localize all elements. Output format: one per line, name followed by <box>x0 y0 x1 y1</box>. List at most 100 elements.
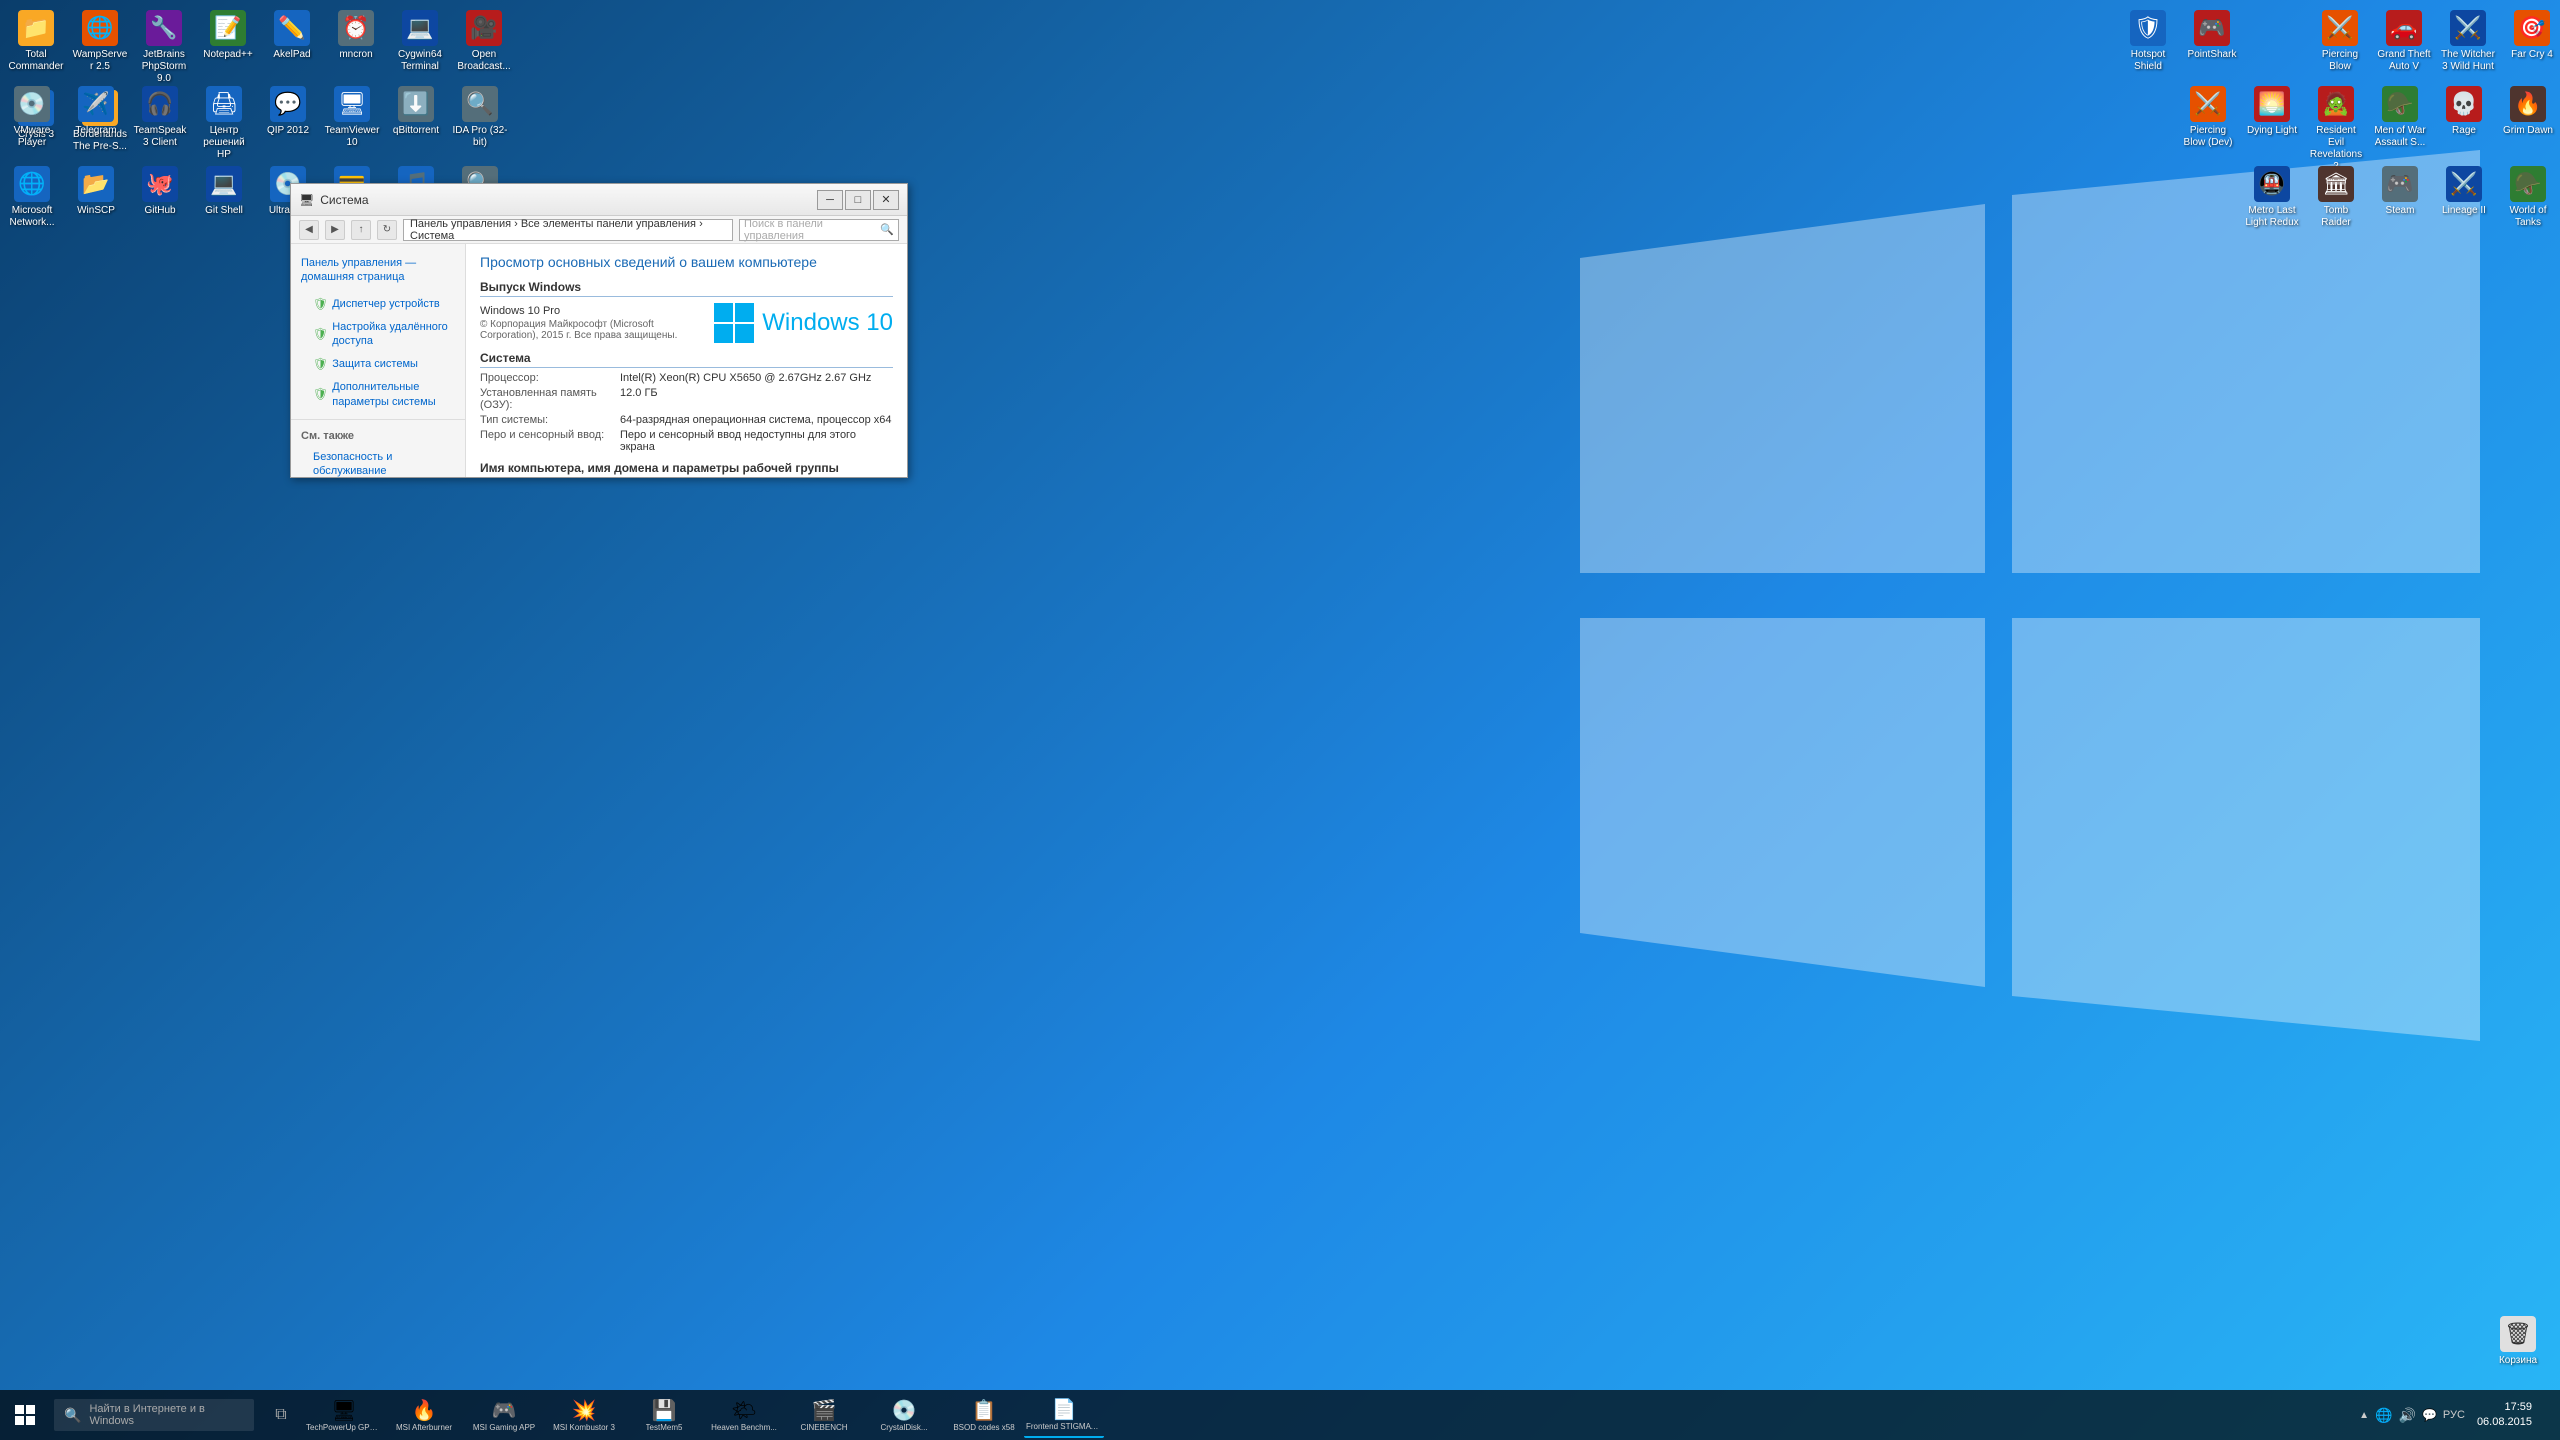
icon-wampserver[interactable]: 🌐 WampServer 2.5 <box>68 4 132 84</box>
icon-qip[interactable]: 💬 QIP 2012 <box>256 80 320 165</box>
icon-gta[interactable]: 🚗 Grand Theft Auto V <box>2372 4 2436 84</box>
window-sidebar: Панель управления — домашняя страница 🛡 … <box>291 244 466 477</box>
icon-idapro32[interactable]: 🔍 IDA Pro (32-bit) <box>448 80 512 165</box>
piercing-blow-dev-label: Piercing Blow (Dev) <box>2180 125 2236 149</box>
taskbar-app-crystaldisk[interactable]: 💿 CrystalDisk... <box>864 1392 944 1438</box>
taskbar-app-frontend[interactable]: 📄 Frontend STIGMATED <box>1024 1392 1104 1438</box>
icon-mncron[interactable]: ⏰ mncron <box>324 4 388 84</box>
search-icon: 🔍 <box>880 223 894 236</box>
icon-piercing-blow[interactable]: ⚔️ Piercing Blow <box>2308 4 2372 84</box>
icon-hp-center[interactable]: 🖨 Центр решений HP <box>192 80 256 165</box>
tray-language-ru[interactable]: РУС <box>2443 1409 2465 1421</box>
close-button[interactable]: ✕ <box>873 190 899 210</box>
icon-qbittorrent[interactable]: ⬇️ qBittorrent <box>384 80 448 165</box>
icon-hotspot[interactable]: 🛡 Hotspot Shield <box>2116 4 2180 84</box>
content-main-title: Просмотр основных сведений о вашем компь… <box>480 254 893 270</box>
taskbar-app-bsod[interactable]: 📋 BSOD codes x58 <box>944 1392 1024 1438</box>
techpowerup-taskbar-label: TechPowerUp GPU-Z <box>306 1423 382 1432</box>
sidebar-remote-access[interactable]: 🛡 Настройка удалённого доступа <box>291 316 465 353</box>
minimize-button[interactable]: ─ <box>817 190 843 210</box>
icon-jetbrains[interactable]: 🔧 JetBrains PhpStorm 9.0 <box>132 4 196 84</box>
icon-akelpad[interactable]: ✏️ AkelPad <box>260 4 324 84</box>
taskbar-app-cinebench[interactable]: 🎬 CINEBENCH <box>784 1392 864 1438</box>
icon-farcry4[interactable]: 🎯 Far Cry 4 <box>2500 4 2560 84</box>
clock[interactable]: 17:59 06.08.2015 <box>2469 1400 2540 1431</box>
cygwin-label: Cygwin64 Terminal <box>392 49 448 73</box>
sidebar-system-protection[interactable]: 🛡 Защита системы <box>291 353 465 377</box>
icon-vmware[interactable]: 💿 VMware Player <box>0 80 64 165</box>
refresh-button[interactable]: ↻ <box>377 220 397 240</box>
dying-light-label: Dying Light <box>2247 125 2297 137</box>
qip-icon: 💬 <box>270 86 306 122</box>
icon-witcher[interactable]: ⚔️ The Witcher 3 Wild Hunt <box>2436 4 2500 84</box>
piercing-blow-dev-icon: ⚔️ <box>2190 86 2226 122</box>
world-of-tanks-label: World of Tanks <box>2500 205 2556 229</box>
crystaldisk-taskbar-icon: 💿 <box>892 1398 917 1423</box>
idapro32-icon: 🔍 <box>462 86 498 122</box>
tray-volume-icon[interactable]: 🔊 <box>2399 1407 2416 1424</box>
icon-obs[interactable]: 🎥 Open Broadcast... <box>452 4 516 84</box>
sidebar-home-link[interactable]: Панель управления — домашняя страница <box>291 252 465 293</box>
icon-gitshell[interactable]: 💻 Git Shell <box>192 160 256 233</box>
akelpad-label: AkelPad <box>273 49 310 61</box>
taskbar-search[interactable]: 🔍 Найти в Интернете и в Windows <box>54 1399 254 1431</box>
search-bar[interactable]: Поиск в панели управления 🔍 <box>739 219 899 241</box>
icon-pointshark[interactable]: 🎮 PointShark <box>2180 4 2244 84</box>
sidebar-security[interactable]: Безопасность и обслуживание <box>291 446 465 477</box>
show-desktop-button[interactable] <box>2544 1390 2552 1440</box>
pointshark-icon: 🎮 <box>2194 10 2230 46</box>
taskbar-app-techpowerup[interactable]: 🖥 TechPowerUp GPU-Z <box>304 1392 384 1438</box>
icon-total-commander[interactable]: 📁 Total Commander <box>4 4 68 84</box>
men-of-war-label: Men of War Assault S... <box>2372 125 2428 149</box>
breadcrumb[interactable]: Панель управления › Все элементы панели … <box>403 219 733 241</box>
winscp-label: WinSCP <box>77 205 115 217</box>
windows-version-area: Windows 10 Pro © Корпорация Майкрософт (… <box>480 303 893 343</box>
icon-lineage2[interactable]: ⚔️ Lineage II <box>2432 160 2496 233</box>
pointshark-label: PointShark <box>2188 49 2237 61</box>
sidebar-advanced-params[interactable]: 🛡 Дополнительные параметры системы <box>291 376 465 413</box>
icon-telegram[interactable]: ✈️ Telegram <box>64 80 128 165</box>
start-button[interactable] <box>0 1390 50 1440</box>
icon-recycle-bin[interactable]: 🗑 Корзина <box>2486 1310 2550 1380</box>
icon-teamspeak[interactable]: 🎧 TeamSpeak 3 Client <box>128 80 192 165</box>
tray-message-icon[interactable]: 💬 <box>2422 1408 2437 1422</box>
world-of-tanks-icon: 🪖 <box>2510 166 2546 202</box>
up-button[interactable]: ↑ <box>351 220 371 240</box>
testmem5-taskbar-icon: 💾 <box>652 1398 677 1423</box>
taskbar-app-heaven[interactable]: 🌤 Heaven Benchm... <box>704 1392 784 1438</box>
icon-piercing-blow-dev[interactable]: ⚔️ Piercing Blow (Dev) <box>2176 80 2240 177</box>
teamspeak-label: TeamSpeak 3 Client <box>132 125 188 149</box>
window-title-area: 🖥 Система <box>299 193 369 207</box>
taskbar-app-msi-afterburner[interactable]: 🔥 MSI Afterburner <box>384 1392 464 1438</box>
taskbar-app-testmem5[interactable]: 💾 TestMem5 <box>624 1392 704 1438</box>
icon-tomb-raider[interactable]: 🏛 Tomb Raider <box>2304 160 2368 233</box>
resident-evil-icon: 🧟 <box>2318 86 2354 122</box>
icon-cygwin[interactable]: 💻 Cygwin64 Terminal <box>388 4 452 84</box>
task-view-button[interactable]: ⧉ <box>258 1392 304 1438</box>
windows10-text: Windows 10 <box>762 309 893 337</box>
tray-network-icon[interactable]: 🌐 <box>2375 1407 2392 1424</box>
gitshell-icon: 💻 <box>206 166 242 202</box>
window-titlebar: 🖥 Система ─ □ ✕ <box>291 184 907 216</box>
sidebar-device-manager[interactable]: 🛡 Диспетчер устройств <box>291 293 465 317</box>
icon-steam[interactable]: 🎮 Steam <box>2368 160 2432 233</box>
icon-metro-last-light[interactable]: 🚇 Metro Last Light Redux <box>2240 160 2304 233</box>
icon-world-of-tanks[interactable]: 🪖 World of Tanks <box>2496 160 2560 233</box>
icon-notepadpp[interactable]: 📝 Notepad++ <box>196 4 260 84</box>
piercing-blow-label: Piercing Blow <box>2312 49 2368 73</box>
msnetwork-label: Microsoft Network... <box>4 205 60 229</box>
back-button[interactable]: ◀ <box>299 220 319 240</box>
maximize-button[interactable]: □ <box>845 190 871 210</box>
icon-winscp[interactable]: 📂 WinSCP <box>64 160 128 233</box>
gitshell-label: Git Shell <box>205 205 243 217</box>
icon-msnetwork[interactable]: 🌐 Microsoft Network... <box>0 160 64 233</box>
icon-github[interactable]: 🐙 GitHub <box>128 160 192 233</box>
taskbar-app-msi-kombustor[interactable]: 💥 MSI Kombustor 3 <box>544 1392 624 1438</box>
piercing-blow-icon: ⚔️ <box>2322 10 2358 46</box>
tomb-raider-label: Tomb Raider <box>2308 205 2364 229</box>
win-version-text: Windows 10 Pro <box>480 305 702 317</box>
taskbar-app-msi-gaming[interactable]: 🎮 MSI Gaming APP <box>464 1392 544 1438</box>
forward-button[interactable]: ▶ <box>325 220 345 240</box>
icon-teamviewer[interactable]: 🖥 TeamViewer 10 <box>320 80 384 165</box>
tray-expand-icon[interactable]: ▲ <box>2359 1410 2369 1421</box>
